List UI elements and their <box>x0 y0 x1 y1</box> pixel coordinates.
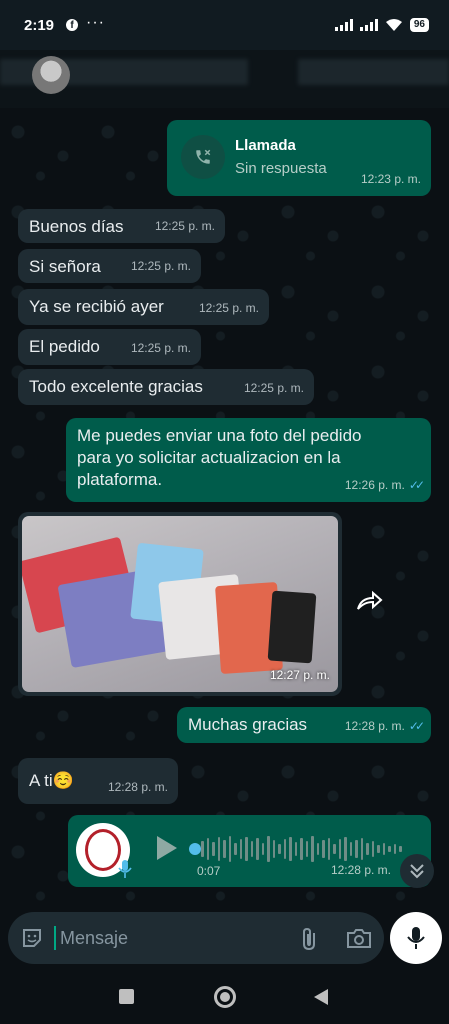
missed-call-icon <box>181 135 225 179</box>
message-text: Muchas gracias <box>188 715 308 734</box>
message-time: 12:25 p. m. <box>154 219 215 233</box>
scroll-down-icon <box>410 864 424 879</box>
camera-icon[interactable] <box>346 926 372 950</box>
message-text: Buenos días <box>29 217 124 236</box>
message-text: Si señora <box>29 257 101 276</box>
message-bubble[interactable]: Muchas gracias 12:28 p. m. ✓✓ <box>177 707 431 743</box>
wifi-icon <box>385 19 402 31</box>
status-time: 2:19 <box>24 17 55 34</box>
message-bubble[interactable]: Todo excelente gracias 12:25 p. m. <box>18 369 314 405</box>
recents-icon[interactable] <box>119 989 134 1004</box>
message-time: 12:28 p. m. <box>330 863 391 877</box>
message-time: 12:23 p. m. <box>360 172 421 186</box>
read-receipt-icon: ✓✓ <box>408 719 425 733</box>
audio-duration: 0:07 <box>197 864 221 878</box>
message-bubble[interactable]: Buenos días 12:25 p. m. <box>18 209 225 243</box>
message-bubble[interactable]: Ya se recibió ayer 12:25 p. m. <box>18 289 269 325</box>
sticker-icon[interactable] <box>20 926 44 950</box>
message-text: El pedido <box>29 337 100 356</box>
image-message[interactable]: 12:27 p. m. <box>18 512 342 696</box>
play-icon[interactable] <box>153 834 179 862</box>
message-time: 12:28 p. m. <box>344 719 405 733</box>
contact-avatar[interactable] <box>32 56 70 94</box>
message-time: 12:25 p. m. <box>198 301 259 315</box>
read-receipt-icon: ✓✓ <box>408 478 425 492</box>
message-line: plataforma. <box>77 470 163 489</box>
more-notifications-icon: ··· <box>86 14 105 31</box>
redacted-actions <box>298 59 449 85</box>
mic-icon <box>407 927 425 949</box>
message-bubble[interactable]: Si señora 12:25 p. m. <box>18 249 201 283</box>
battery-icon: 96 <box>409 18 429 32</box>
chat-area[interactable]: Llamada Sin respuesta 12:23 p. m. Buenos… <box>0 108 449 908</box>
message-text: Todo excelente gracias <box>29 377 203 396</box>
message-meta: 12:28 p. m. ✓✓ <box>344 715 425 737</box>
call-bubble[interactable]: Llamada Sin respuesta 12:23 p. m. <box>167 120 431 196</box>
signal-icon-2 <box>359 19 378 31</box>
message-line: Me puedes enviar una foto del pedido <box>77 426 362 445</box>
message-text: A ti☺️ <box>29 771 74 790</box>
back-icon[interactable] <box>312 987 330 1007</box>
order-photo[interactable]: 12:27 p. m. <box>22 516 338 692</box>
facebook-icon: f <box>66 19 78 31</box>
forward-icon[interactable] <box>355 589 383 613</box>
message-time: 12:25 p. m. <box>243 381 304 395</box>
mic-icon <box>118 860 132 878</box>
message-line: para yo solicitar actualizacion en la <box>77 448 341 467</box>
photo-garment <box>267 590 317 664</box>
message-time: 12:28 p. m. <box>107 780 168 794</box>
message-time: 12:25 p. m. <box>130 259 191 273</box>
message-time: 12:26 p. m. <box>344 478 405 492</box>
playback-position[interactable] <box>189 843 201 855</box>
system-nav-bar <box>0 968 449 1024</box>
call-title: Llamada <box>235 137 296 154</box>
message-composer[interactable]: Mensaje <box>8 912 384 964</box>
message-text: Ya se recibió ayer <box>29 297 164 316</box>
text-cursor <box>54 926 56 950</box>
message-meta: 12:26 p. m. ✓✓ <box>344 474 425 496</box>
voice-message[interactable]: 0:07 12:28 p. m. <box>68 815 431 887</box>
message-bubble[interactable]: A ti☺️ 12:28 p. m. <box>18 758 178 804</box>
message-bubble[interactable]: El pedido 12:25 p. m. <box>18 329 201 365</box>
call-subtitle: Sin respuesta <box>235 160 327 177</box>
voice-record-button[interactable] <box>390 912 442 964</box>
signal-icon <box>334 19 353 31</box>
chat-header[interactable] <box>0 50 449 108</box>
message-time: 12:25 p. m. <box>130 341 191 355</box>
scroll-down-button[interactable] <box>400 854 434 888</box>
home-icon[interactable] <box>214 986 236 1008</box>
message-bubble[interactable]: Me puedes enviar una foto del pedido par… <box>66 418 431 502</box>
message-input[interactable]: Mensaje <box>60 928 128 949</box>
status-bar: 2:19 f ··· 96 <box>0 0 449 50</box>
attach-icon[interactable] <box>298 926 320 952</box>
message-time: 12:27 p. m. <box>269 668 330 682</box>
